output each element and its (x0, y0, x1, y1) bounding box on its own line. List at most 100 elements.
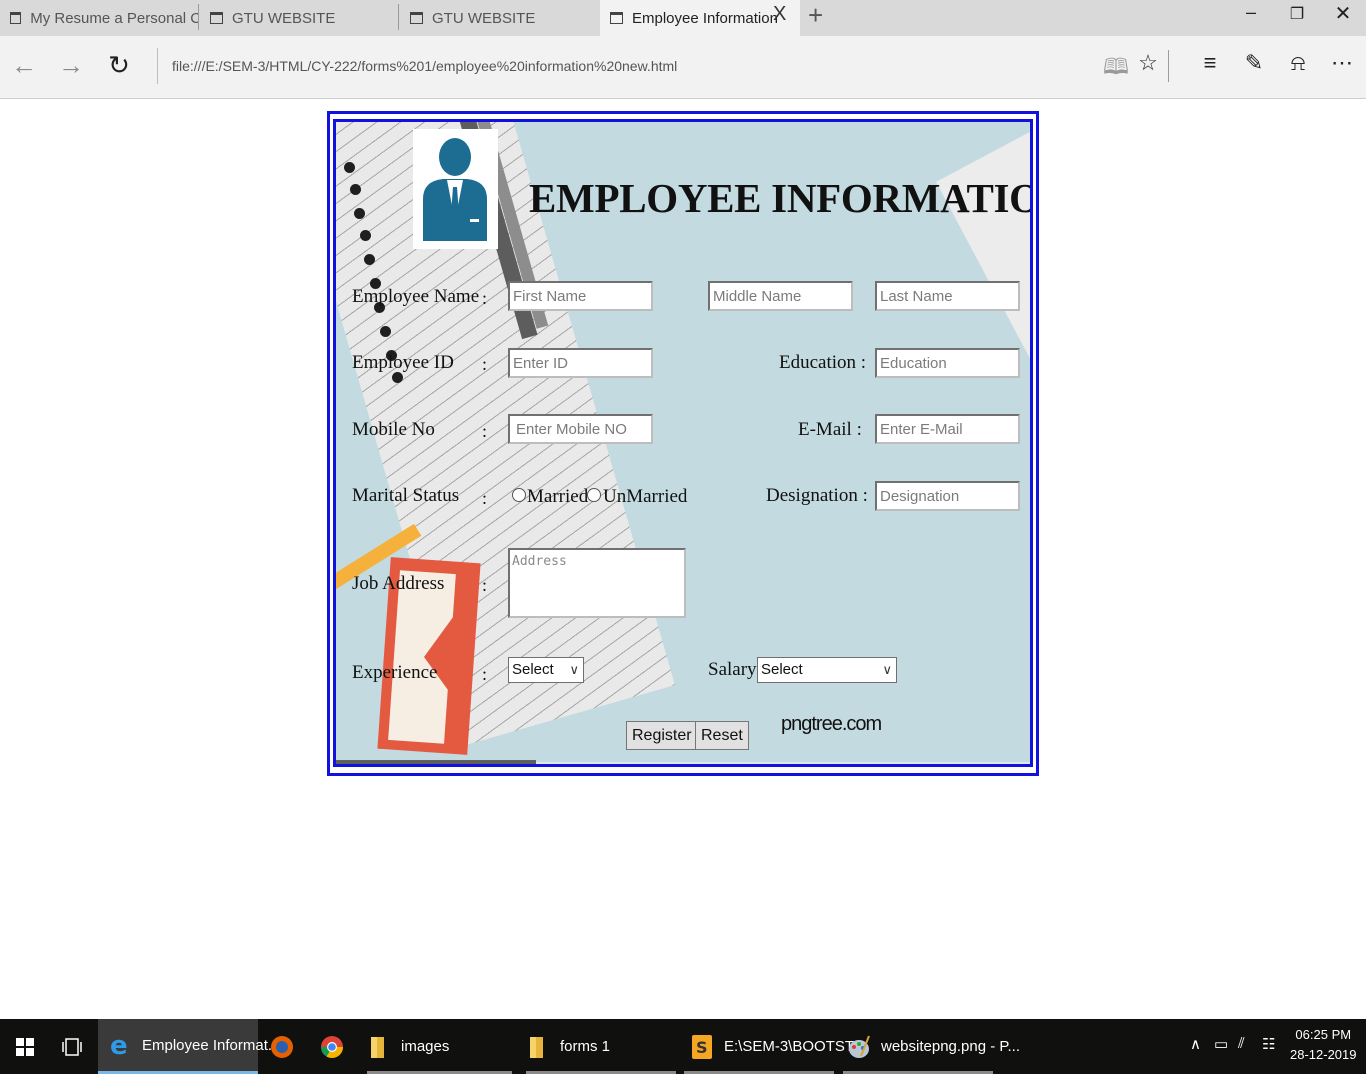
tab-gtu-website-1[interactable]: GTU WEBSITE (200, 0, 398, 36)
tab-label: Employee Information (632, 9, 778, 27)
task-view-icon[interactable] (62, 1037, 82, 1057)
job-address-label: Job Address (352, 573, 445, 594)
svg-text:S: S (696, 1038, 708, 1057)
married-label: Married (527, 486, 589, 507)
taskbar-item-paint[interactable]: websitepng.png - P... (843, 1019, 1020, 1074)
minimize-icon[interactable]: – (1236, 2, 1266, 23)
show-hidden-icons-icon[interactable]: ∧ (1190, 1035, 1201, 1053)
wifi-icon[interactable]: ⫽ (1238, 1035, 1245, 1052)
designation-input[interactable] (875, 481, 1020, 511)
back-icon[interactable]: ← (9, 50, 39, 80)
education-input[interactable] (875, 348, 1020, 378)
salary-select-value: Select (761, 661, 803, 678)
tab-employee-information[interactable]: Employee Information (600, 0, 800, 36)
action-center-icon[interactable]: ☷ (1262, 1035, 1275, 1053)
tab-divider (398, 4, 399, 30)
last-name-input[interactable] (875, 281, 1020, 311)
tab-gtu-website-2[interactable]: GTU WEBSITE (400, 0, 598, 36)
address-bar-row: ← → ↻ file:///E:/SEM-3/HTML/CY-222/forms… (0, 36, 1366, 99)
new-tab-icon[interactable]: + (808, 0, 823, 30)
form-background: EMPLOYEE INFORMATION Employee Name : Emp… (333, 119, 1033, 767)
tab-page-icon (610, 12, 623, 24)
tab-page-icon (210, 12, 223, 24)
svg-text:e: e (110, 1032, 128, 1058)
tab-my-resume[interactable]: My Resume a Personal Categ (0, 0, 198, 36)
taskbar-item-label: forms 1 (560, 1038, 611, 1055)
tab-divider (198, 4, 199, 30)
battery-icon[interactable]: ▭ (1214, 1035, 1228, 1053)
email-input[interactable] (875, 414, 1020, 444)
job-address-textarea[interactable] (508, 548, 686, 618)
employee-icon (423, 138, 487, 241)
more-icon[interactable]: ⋯ (1327, 50, 1357, 76)
spiral-ring-icon (360, 230, 371, 241)
divider (1168, 50, 1169, 82)
taskbar-item-chrome[interactable] (320, 1019, 350, 1074)
spiral-ring-icon (354, 208, 365, 219)
divider (157, 48, 158, 84)
designation-label: Designation : (766, 485, 868, 506)
colon: : (482, 575, 488, 595)
taskbar-item-label: images (401, 1038, 450, 1055)
employee-form-card: EMPLOYEE INFORMATION Employee Name : Emp… (327, 111, 1039, 776)
web-note-icon[interactable]: ✎ (1239, 50, 1269, 76)
refresh-icon[interactable]: ↻ (104, 50, 134, 80)
employee-id-input[interactable] (508, 348, 653, 378)
windows-taskbar: e Employee Informat... images forms 1 S … (0, 1019, 1366, 1074)
paper-corner-decoration (936, 125, 1030, 359)
taskbar-clock[interactable]: 06:25 PM 28-12-2019 (1290, 1025, 1357, 1065)
experience-select[interactable]: Select ∨ (508, 657, 584, 683)
firefox-icon (271, 1035, 293, 1058)
hub-icon[interactable]: ≡ (1195, 50, 1225, 76)
tab-label: GTU WEBSITE (232, 9, 336, 27)
reset-button[interactable]: Reset (695, 721, 749, 750)
close-tab-icon[interactable]: X (773, 3, 786, 26)
colon: : (482, 664, 488, 684)
windows-start-icon[interactable] (16, 1038, 34, 1056)
married-radio[interactable] (512, 488, 526, 502)
taskbar-item-sublime[interactable]: S E:\SEM-3\BOOTST... (684, 1019, 865, 1074)
taskbar-item-label: websitepng.png - P... (881, 1038, 1020, 1055)
experience-select-value: Select (512, 661, 554, 678)
register-button[interactable]: Register (626, 721, 698, 750)
tab-label: My Resume a Personal Categ (30, 9, 198, 27)
share-icon[interactable]: ⍾ (1283, 50, 1313, 76)
taskbar-item-firefox[interactable] (270, 1019, 300, 1074)
unmarried-label: UnMarried (603, 486, 688, 507)
mobile-no-input[interactable] (508, 414, 653, 444)
reading-view-icon[interactable]: 🕮 (1101, 50, 1131, 88)
employee-id-label: Employee ID (352, 352, 454, 373)
salary-select[interactable]: Select ∨ (757, 657, 897, 683)
salary-label: Salary: (708, 659, 762, 680)
first-name-input[interactable] (508, 281, 653, 311)
employee-name-label: Employee Name (352, 286, 480, 307)
folder-icon (371, 1036, 384, 1058)
chrome-icon (321, 1035, 343, 1058)
forward-icon[interactable]: → (56, 50, 86, 80)
clock-date: 28-12-2019 (1290, 1047, 1357, 1062)
unmarried-radio[interactable] (587, 488, 601, 502)
tab-page-icon (410, 12, 423, 24)
folder-icon (530, 1036, 543, 1058)
tab-label: GTU WEBSITE (432, 9, 536, 27)
taskbar-item-label: Employee Informat... (142, 1036, 281, 1054)
taskbar-item-images[interactable]: images (367, 1019, 512, 1074)
close-window-icon[interactable]: ✕ (1328, 1, 1358, 26)
url-field[interactable]: file:///E:/SEM-3/HTML/CY-222/forms%201/e… (172, 58, 677, 74)
watermark-text: pngtree.com (781, 713, 882, 735)
spiral-ring-icon (364, 254, 375, 265)
colon: : (482, 354, 488, 374)
favorite-star-icon[interactable]: ☆ (1133, 50, 1163, 76)
middle-name-input[interactable] (708, 281, 853, 311)
page-title: EMPLOYEE INFORMATION (529, 175, 1033, 221)
colon: : (482, 421, 488, 441)
sublime-icon: S (692, 1034, 712, 1059)
mobile-no-label: Mobile No (352, 419, 435, 440)
red-book-notch-decoration (424, 602, 464, 712)
browser-tab-bar: My Resume a Personal Categ GTU WEBSITE G… (0, 0, 1366, 36)
restore-icon[interactable]: ❐ (1282, 4, 1312, 24)
taskbar-item-forms[interactable]: forms 1 (526, 1019, 676, 1074)
education-label: Education : (779, 352, 867, 373)
paint-icon (849, 1035, 870, 1058)
taskbar-item-edge[interactable]: e Employee Informat... (98, 1019, 280, 1074)
